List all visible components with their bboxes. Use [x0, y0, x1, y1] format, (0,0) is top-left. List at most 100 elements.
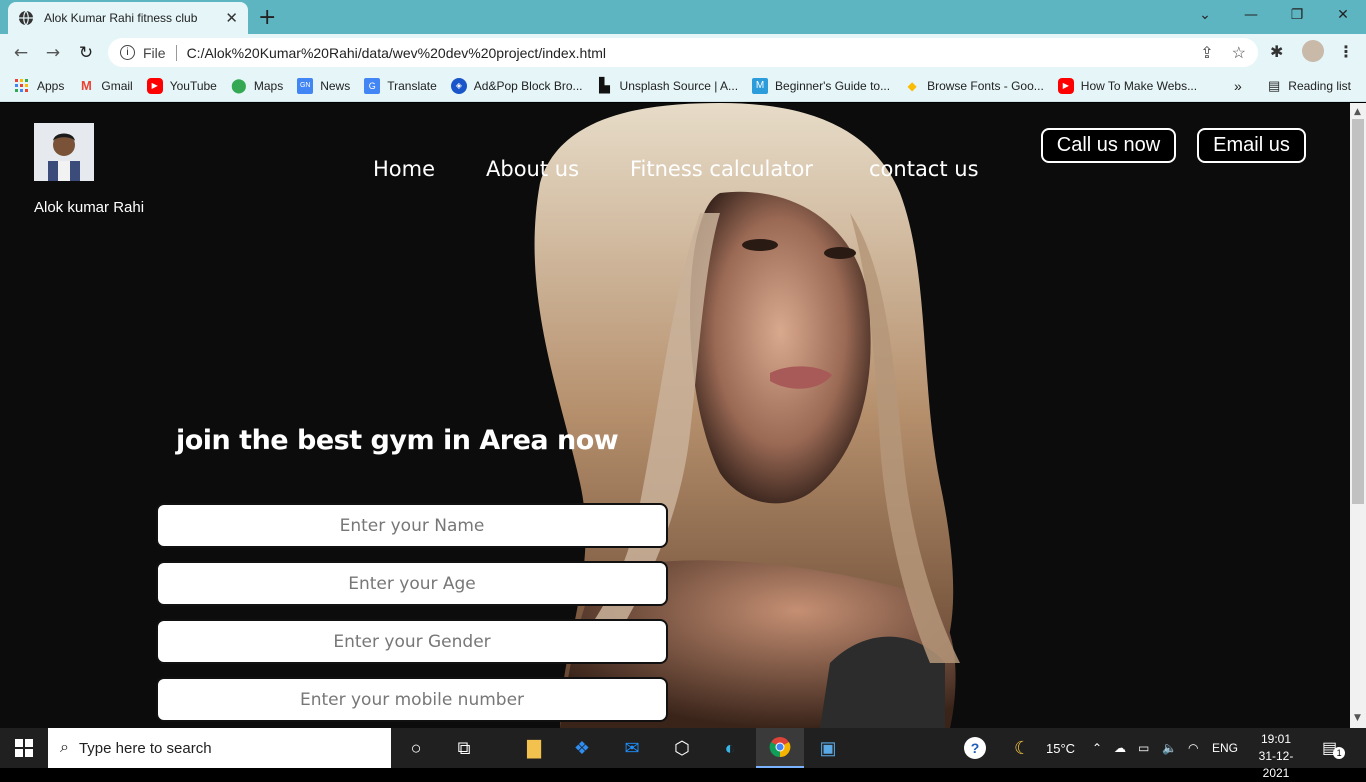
- reading-list-button[interactable]: ▤ Reading list: [1268, 78, 1351, 94]
- bookmark-label: Browse Fonts - Goo...: [927, 78, 1044, 93]
- minimize-button[interactable]: —: [1228, 0, 1274, 30]
- youtube-icon: ▶: [1057, 77, 1074, 94]
- bookmark-label: News: [320, 78, 351, 93]
- back-button[interactable]: ←: [8, 40, 34, 66]
- translate-icon: G: [364, 77, 381, 94]
- kebab-menu-icon[interactable]: ⋮: [1338, 42, 1354, 61]
- bookmarks-overflow-button[interactable]: »: [1234, 78, 1242, 94]
- page-scrollbar[interactable]: ▲ ▼: [1350, 103, 1366, 728]
- url-text[interactable]: C:/Alok%20Kumar%20Rahi/data/wev%20dev%20…: [187, 45, 606, 61]
- scroll-up-arrow-icon[interactable]: ▲: [1354, 107, 1361, 117]
- reading-list-icon: ▤: [1268, 77, 1281, 93]
- notification-count-badge: 1: [1333, 747, 1346, 759]
- bookmark-item[interactable]: ◈ Ad&Pop Block Bro...: [450, 77, 583, 94]
- scroll-down-arrow-icon[interactable]: ▼: [1354, 713, 1361, 723]
- mobile-number-input[interactable]: [156, 677, 668, 722]
- call-us-button[interactable]: Call us now: [1041, 128, 1176, 163]
- google-fonts-icon: ◆: [907, 78, 917, 93]
- windows-logo-icon: [15, 739, 33, 757]
- maps-pin-icon: ⬤: [231, 77, 247, 93]
- globe-icon: [19, 10, 33, 26]
- close-window-button[interactable]: ✕: [1320, 0, 1366, 30]
- bookmark-item[interactable]: G Translate: [364, 77, 437, 94]
- chrome-logo-icon: [769, 737, 791, 758]
- m-logo-icon: M: [752, 77, 769, 94]
- share-icon[interactable]: ⇪: [1200, 43, 1213, 63]
- network-cloud-icon[interactable]: ☁: [1114, 728, 1126, 768]
- wifi-icon[interactable]: ◠: [1188, 728, 1198, 768]
- tab-title: Alok Kumar Rahi fitness club: [44, 11, 198, 25]
- address-bar[interactable]: i File C:/Alok%20Kumar%20Rahi/data/wev%2…: [108, 38, 1258, 67]
- app-hexagon-icon[interactable]: ⬡: [658, 728, 706, 768]
- bookmark-item[interactable]: M Gmail: [78, 78, 133, 94]
- tab-close-icon[interactable]: ✕: [225, 9, 238, 27]
- browser-tab-active[interactable]: Alok Kumar Rahi fitness club ✕: [8, 2, 248, 34]
- weather-moon-icon[interactable]: ☾: [1014, 728, 1030, 768]
- new-tab-button[interactable]: +: [258, 5, 276, 30]
- bookmark-item[interactable]: GN News: [297, 77, 351, 94]
- age-input[interactable]: [156, 561, 668, 606]
- forward-button[interactable]: →: [40, 40, 66, 66]
- temperature-label[interactable]: 15°C: [1046, 728, 1075, 768]
- help-icon[interactable]: ?: [964, 728, 986, 768]
- email-us-button[interactable]: Email us: [1197, 128, 1306, 163]
- gmail-icon: M: [80, 78, 92, 93]
- gender-input[interactable]: [156, 619, 668, 664]
- volume-icon[interactable]: 🔈: [1162, 728, 1177, 768]
- bookmarks-bar: Apps M Gmail ▶ YouTube ⬤ Maps GN News G …: [0, 70, 1366, 102]
- shield-icon: ◈: [450, 77, 467, 94]
- bookmark-item[interactable]: ▶ How To Make Webs...: [1057, 77, 1198, 94]
- bookmark-label: Ad&Pop Block Bro...: [473, 78, 583, 93]
- bookmark-item[interactable]: ◆ Browse Fonts - Goo...: [904, 78, 1044, 94]
- profile-avatar[interactable]: [1302, 40, 1324, 62]
- file-explorer-icon[interactable]: ▇: [510, 728, 558, 768]
- name-input[interactable]: [156, 503, 668, 548]
- site-info-icon[interactable]: i: [120, 45, 135, 60]
- reading-list-label: Reading list: [1288, 78, 1351, 93]
- bookmark-item[interactable]: ▙ Unsplash Source | A...: [597, 77, 739, 94]
- dropbox-icon[interactable]: ❖: [558, 728, 606, 768]
- bookmark-label: Maps: [253, 78, 284, 93]
- nav-link-about-us[interactable]: About us: [486, 157, 579, 181]
- youtube-icon: ▶: [146, 77, 163, 94]
- photos-icon[interactable]: ▣: [804, 728, 852, 768]
- nav-link-contact-us[interactable]: contact us: [869, 157, 979, 181]
- bookmark-label: Gmail: [101, 78, 133, 93]
- tab-search-chevron-icon[interactable]: ⌄: [1182, 0, 1228, 30]
- bookmark-label: Unsplash Source | A...: [619, 78, 739, 93]
- notification-center-icon[interactable]: ▤ 1: [1322, 728, 1346, 768]
- apps-grid-icon: [14, 78, 30, 94]
- bookmark-item[interactable]: M Beginner's Guide to...: [752, 77, 891, 94]
- bookmark-label: Beginner's Guide to...: [775, 78, 891, 93]
- bookmark-label: Apps: [37, 78, 65, 93]
- person-portrait-icon: [34, 123, 94, 181]
- tray-overflow-chevron-icon[interactable]: ⌃: [1092, 728, 1102, 768]
- browser-toolbar: ← → ↻ i File C:/Alok%20Kumar%20Rahi/data…: [0, 34, 1366, 70]
- bookmark-item[interactable]: ▶ YouTube: [146, 77, 217, 94]
- task-view-icon[interactable]: ⧉: [440, 728, 488, 768]
- windows-taskbar: ⌕ Type here to search ○ ⧉ ▇ ❖ ✉ ⬡ ◐ ▣ ? …: [0, 728, 1366, 780]
- restore-button[interactable]: ❐: [1274, 0, 1320, 30]
- bookmark-label: How To Make Webs...: [1080, 78, 1198, 93]
- bookmark-label: YouTube: [169, 78, 217, 93]
- brand-name: Alok kumar Rahi: [34, 199, 145, 216]
- nav-link-home[interactable]: Home: [373, 157, 435, 181]
- reload-button[interactable]: ↻: [73, 40, 99, 66]
- language-indicator[interactable]: ENG: [1212, 728, 1238, 768]
- system-clock[interactable]: 19:01 31-12-2021: [1246, 731, 1306, 782]
- cortana-icon[interactable]: ○: [392, 728, 440, 768]
- address-divider: [175, 44, 177, 61]
- bookmark-item[interactable]: ⬤ Maps: [231, 77, 284, 94]
- chrome-browser-icon[interactable]: [756, 728, 804, 768]
- extensions-puzzle-icon[interactable]: ✱: [1270, 42, 1283, 61]
- battery-icon[interactable]: ▭: [1138, 728, 1149, 768]
- scheme-label: File: [143, 44, 166, 61]
- bookmark-item[interactable]: Apps: [14, 78, 64, 94]
- mail-icon[interactable]: ✉: [608, 728, 656, 768]
- bookmark-star-icon[interactable]: ☆: [1232, 43, 1246, 63]
- scrollbar-thumb[interactable]: [1352, 119, 1364, 504]
- taskbar-search-box[interactable]: ⌕ Type here to search: [48, 728, 391, 768]
- nav-link-fitness-calculator[interactable]: Fitness calculator: [630, 157, 813, 181]
- start-button[interactable]: [0, 728, 48, 768]
- edge-browser-icon[interactable]: ◐: [706, 728, 754, 768]
